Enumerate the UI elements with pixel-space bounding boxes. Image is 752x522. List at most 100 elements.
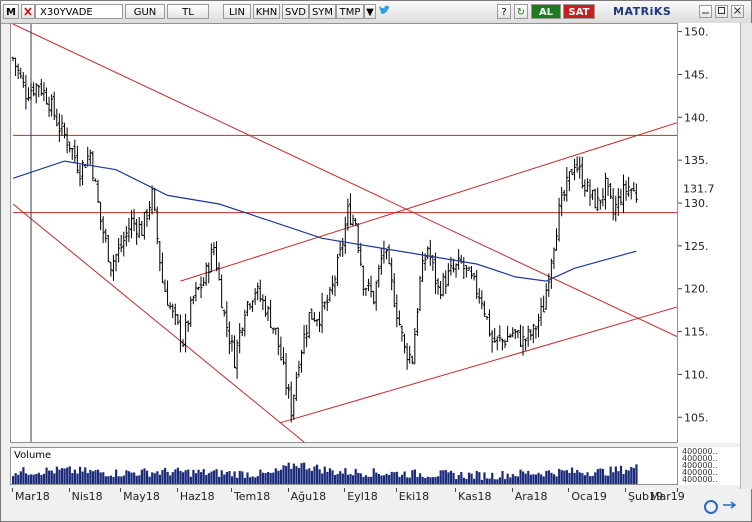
ohlc-bar <box>346 198 350 231</box>
tmp-button[interactable]: TMP <box>336 4 364 19</box>
price-plot[interactable] <box>10 23 678 443</box>
volume-bar <box>200 472 203 484</box>
volume-bar <box>148 476 151 484</box>
volume-bar <box>460 472 463 484</box>
twitter-icon[interactable] <box>377 4 391 19</box>
volume-bar <box>256 476 259 484</box>
dropdown-arrow-icon[interactable]: ▼ <box>364 4 376 19</box>
ohlc-bar <box>619 188 623 206</box>
ohlc-bar <box>549 258 553 289</box>
ohlc-bar <box>560 186 564 217</box>
volume-bar <box>465 478 468 484</box>
symbol-field[interactable]: X30YVADE <box>35 4 123 19</box>
close-icon[interactable] <box>731 5 744 18</box>
x-tick-mark <box>230 488 232 492</box>
ohlc-bar <box>153 187 157 212</box>
y-tick-label: 110. <box>684 368 709 381</box>
svd-button[interactable]: SVD <box>282 4 309 19</box>
volume-bar <box>398 476 401 484</box>
volume-bar <box>223 474 226 484</box>
help-icon[interactable]: ? <box>497 4 511 19</box>
sync-icon[interactable] <box>701 499 739 514</box>
x-tick-label: Nis18 <box>71 490 103 503</box>
ohlc-bar <box>114 253 118 272</box>
volume-bar <box>483 472 486 484</box>
volume-bar <box>318 469 321 484</box>
expand-icon[interactable] <box>21 4 35 19</box>
y-tick-label: 120. <box>684 283 709 296</box>
ohlc-bar <box>446 263 450 287</box>
volume-bar <box>630 467 633 484</box>
ohlc-bar <box>387 244 391 265</box>
ohlc-bar <box>428 239 432 266</box>
volume-bar <box>457 474 460 484</box>
ohlc-bar <box>318 311 322 333</box>
volume-bar <box>14 473 17 484</box>
ohlc-bar <box>415 308 419 336</box>
volume-bar <box>447 472 450 484</box>
ohlc-bar <box>93 178 97 182</box>
ohlc-bar <box>276 327 280 356</box>
ohlc-bar <box>441 272 445 297</box>
volume-bar <box>547 470 550 484</box>
volume-bar <box>434 477 437 484</box>
volume-bar <box>153 473 156 484</box>
volume-bar <box>581 473 584 484</box>
ohlc-bar <box>585 178 589 192</box>
volume-bar <box>73 469 77 484</box>
volume-bar <box>372 468 375 484</box>
ohlc-bar <box>379 248 383 275</box>
volume-bar <box>591 475 594 484</box>
sell-button[interactable]: SAT <box>563 4 595 19</box>
ohlc-bar <box>305 324 309 348</box>
volume-bar <box>285 465 288 484</box>
volume-bar <box>341 473 344 484</box>
ohlc-bar <box>299 349 303 373</box>
volume-bar <box>109 475 113 484</box>
sym-button[interactable]: SYM <box>309 4 336 19</box>
volume-bar <box>537 472 540 484</box>
volume-bar <box>470 473 473 484</box>
buy-button[interactable]: AL <box>531 4 561 19</box>
price-axis[interactable]: 105. 110. 115. 120. 125. 130. 135. 140. 145. 150.… <box>678 23 740 443</box>
ohlc-bar <box>256 282 260 301</box>
date-axis[interactable]: Mar18 Nis18 May18 Haz18 Tem18 Ağu18 Eyl18 Eki18… <box>10 488 685 510</box>
ohlc-bar <box>233 335 237 369</box>
ohlc-bar <box>390 257 394 291</box>
ohlc-bar <box>11 56 15 62</box>
ohlc-bar <box>516 330 520 339</box>
volume-bar <box>27 474 30 484</box>
vertical-scrollbar[interactable] <box>740 23 752 489</box>
ohlc-bar <box>117 237 121 263</box>
ohlc-bar <box>575 156 579 173</box>
line-button[interactable]: LIN <box>223 4 251 19</box>
volume-bar <box>86 473 89 484</box>
toolbar: M X30YVADE GUN TL LIN KHN SVD SYM TMP ▼ … <box>1 1 751 24</box>
volume-axis-labels: 400000.. 400000.. 400000.. 400000.. 400000.. <box>682 447 718 484</box>
menu-button[interactable]: M <box>3 4 19 19</box>
maximize-icon[interactable] <box>715 5 728 18</box>
y-tick-label: 150. <box>684 26 709 39</box>
ohlc-bar <box>555 228 559 251</box>
ohlc-bar <box>343 216 347 254</box>
refresh-icon[interactable]: ↻ <box>514 4 528 19</box>
volume-panel[interactable]: Volume <box>10 447 678 485</box>
ohlc-bar <box>163 279 167 293</box>
volume-bar <box>570 467 574 484</box>
volume-bar <box>12 476 15 484</box>
volume-bar <box>524 473 527 484</box>
period-selector[interactable]: GUN <box>125 4 165 19</box>
ohlc-bar <box>42 82 46 102</box>
ohlc-bar <box>539 297 543 327</box>
volume-bar <box>596 469 599 484</box>
volume-bar <box>333 475 337 484</box>
volume-bar <box>315 464 319 484</box>
minimize-icon[interactable] <box>699 5 712 18</box>
ohlc-bar <box>433 252 437 295</box>
ohlc-bar <box>65 127 69 154</box>
ohlc-bar <box>251 300 255 312</box>
volume-bar <box>339 471 342 484</box>
khn-button[interactable]: KHN <box>253 4 280 19</box>
ohlc-bar <box>333 275 337 297</box>
currency-selector[interactable]: TL <box>167 4 209 19</box>
